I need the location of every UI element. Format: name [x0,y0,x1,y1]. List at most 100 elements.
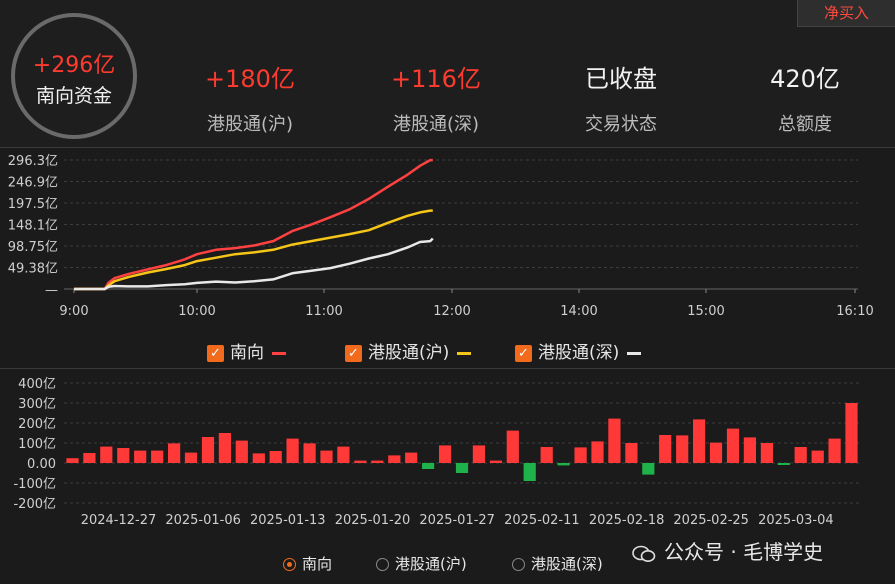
radio-unselected-icon [376,558,389,571]
y-tick-label: 148.1亿 [8,219,58,234]
bar [506,430,519,463]
watermark: 公众号 · 毛博学史 [632,536,823,565]
bar [726,428,740,463]
bar [676,435,689,463]
x-tick-label: 11:00 [305,304,342,319]
bar [439,445,452,463]
bar [455,463,469,473]
southbound-total-value: +296亿 [32,53,116,78]
legend-item-shanghai[interactable]: ✓ 港股通(沪) [345,338,472,363]
bar [303,443,316,463]
x-tick-label: 10:00 [178,304,215,319]
x-tick-label: 2024-12-27 [81,513,157,528]
bar [117,448,130,463]
stat-value: +180亿 [205,65,295,93]
stat-label: 港股通(深) [392,114,480,135]
stat-shenzhen: +116亿 港股通(深) [356,62,516,136]
radio-shanghai[interactable]: 港股通(沪) [376,553,467,574]
bar [760,443,773,463]
legend-label: 港股通(深) [538,343,620,363]
intraday-flow-chart: 296.3亿 246.9亿 197.5亿 148.1亿 98.75亿 49.38亿 —9:0… [0,147,895,332]
bar [422,463,435,469]
x-tick-label: 2025-02-11 [504,513,580,528]
bar [574,447,587,463]
x-tick-label: 12:00 [433,304,470,319]
x-tick-label: 16:10 [836,304,873,319]
legend-label: 港股通(沪) [368,343,450,363]
stat-value: 已收盘 [585,65,657,93]
radio-label: 港股通(深) [531,555,603,573]
daily-flow-bar-chart: 400亿 300亿 200亿 100亿 0.00 -100亿 -200亿 2024-12-27… [0,368,895,533]
radio-selected-icon [283,558,296,571]
stat-value: +116亿 [391,65,481,93]
bar [625,443,638,463]
radio-shenzhen[interactable]: 港股通(深) [512,553,603,574]
bar [743,437,756,463]
radio-southbound[interactable]: 南向 [283,553,332,574]
bar [523,463,536,481]
bar [472,445,485,463]
bar [794,447,807,463]
net-buy-button[interactable]: 净买入 [797,0,895,27]
y-tick-label: 0.00 [27,457,56,472]
stat-total-quota: 420亿 总额度 [725,62,885,136]
checkbox-icon: ✓ [515,344,532,362]
bar [337,446,350,463]
radio-label: 南向 [302,555,333,573]
line-swatch-icon [457,351,472,355]
bar [66,458,79,463]
stat-value: 420亿 [770,65,840,93]
bar [777,463,790,465]
y-tick-label: 400亿 [18,377,56,392]
checkbox-icon: ✓ [345,344,362,362]
stat-label: 交易状态 [585,114,657,135]
watermark-text: 公众号 · 毛博学史 [664,540,824,564]
legend-item-southbound[interactable]: ✓ 南向 [207,338,286,363]
bar [388,455,401,463]
bar [489,460,502,463]
southbound-total-circle: +296亿 南向资金 [11,13,137,139]
x-tick-label: 2025-01-13 [250,513,326,528]
bar [151,450,164,463]
y-tick-label: 98.75亿 [8,240,58,255]
bar [405,452,418,463]
line-swatch-icon [627,351,642,355]
bar [320,450,333,463]
y-tick-label: 300亿 [18,397,56,412]
bar [286,438,299,463]
bar [845,403,858,463]
bar [828,438,841,463]
radio-unselected-icon [512,558,525,571]
y-tick-label: 200亿 [18,417,56,432]
bar [354,460,367,463]
x-tick-label: 2025-02-18 [589,513,665,528]
checkbox-icon: ✓ [207,344,224,362]
y-tick-label: 296.3亿 [8,154,58,169]
bar [252,453,265,463]
radio-label: 港股通(沪) [395,555,467,573]
bar [540,447,553,463]
stat-shanghai: +180亿 港股通(沪) [170,62,330,136]
legend-item-shenzhen[interactable]: ✓ 港股通(深) [515,338,642,363]
legend-label: 南向 [230,343,264,363]
bar [591,441,604,463]
bar [557,463,570,466]
bar [184,452,198,463]
stat-label: 港股通(沪) [206,114,294,135]
stat-label: 总额度 [778,114,832,135]
x-tick-label: 2025-03-04 [758,513,834,528]
bar [608,418,621,463]
bar [709,442,723,463]
x-tick-label: 14:00 [560,304,597,319]
bar [218,433,231,463]
bar [134,450,147,463]
intraday-legend: ✓ 南向 ✓ 港股通(沪) ✓ 港股通(深) [0,338,895,363]
bar [371,460,384,463]
bar [642,463,655,475]
bar [693,419,706,463]
bar [201,437,215,463]
x-tick-label: 2025-02-25 [673,513,749,528]
stat-trading-status: 已收盘 交易状态 [541,62,701,136]
x-tick-label: 2025-01-27 [419,513,495,528]
bar [168,443,181,463]
